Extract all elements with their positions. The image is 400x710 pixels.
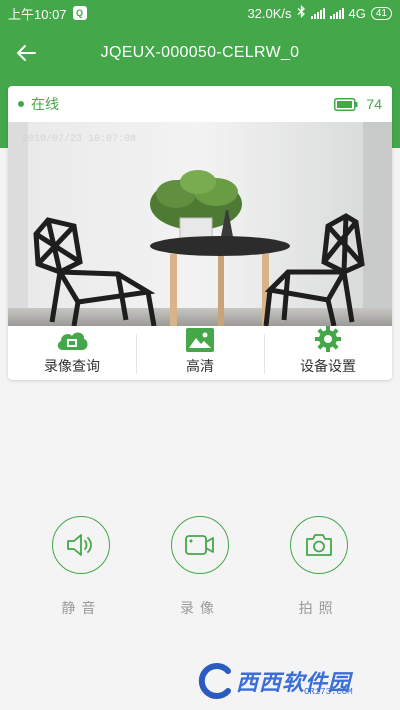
signal-icon-2	[329, 7, 344, 19]
hd-button[interactable]: 高清	[136, 326, 264, 380]
online-status: 在线	[31, 96, 59, 112]
watermark-logo: 西西软件园 CR173.COM	[196, 660, 386, 702]
record-query-button[interactable]: 录像查询	[8, 326, 136, 380]
status-battery: 41	[370, 6, 392, 20]
mute-label: 静音	[61, 600, 102, 616]
record-query-label: 录像查询	[44, 358, 100, 374]
device-status-row: 在线 74	[8, 86, 392, 122]
device-settings-button[interactable]: 设备设置	[264, 326, 392, 380]
device-settings-label: 设备设置	[300, 358, 356, 374]
speaker-icon	[67, 534, 93, 556]
battery-level: 74	[366, 96, 382, 112]
video-timestamp: 2019/07/23 10:07:08	[22, 134, 137, 145]
video-frame	[8, 122, 392, 326]
gear-icon	[315, 326, 341, 352]
nav-bar: JQEUX-000050-CELRW_0	[0, 26, 400, 80]
snapshot-button[interactable]: 拍照	[274, 516, 364, 618]
mute-button[interactable]: 静音	[36, 516, 126, 618]
device-card: 在线 74 2019/07/23 10:07:08 录像查询 高清 设备设置	[8, 86, 392, 380]
net-speed: 32.0K/s	[247, 5, 292, 21]
bluetooth-icon	[297, 4, 306, 21]
snapshot-circle	[289, 516, 348, 574]
camera-icon	[305, 534, 332, 556]
watermark-sub: CR173.COM	[304, 687, 353, 697]
record-button[interactable]: 录像	[155, 516, 245, 618]
battery-icon	[334, 97, 358, 111]
network-type: 4G	[348, 5, 366, 21]
live-video[interactable]: 2019/07/23 10:07:08	[8, 122, 392, 326]
film-cloud-icon	[57, 332, 88, 350]
status-time: 上午10:07	[8, 6, 67, 22]
record-circle	[170, 516, 229, 574]
image-icon	[186, 328, 214, 352]
page-title: JQEUX-000050-CELRW_0	[100, 44, 300, 61]
online-dot-icon	[18, 101, 24, 107]
device-battery: 74	[334, 96, 382, 112]
video-camera-icon	[185, 535, 214, 555]
record-label: 录像	[179, 600, 220, 616]
app-notification-icon: Q	[72, 6, 87, 20]
snapshot-label: 拍照	[298, 600, 339, 616]
back-arrow-icon	[17, 45, 36, 61]
hd-label: 高清	[186, 358, 214, 374]
control-row: 静音 录像 拍照	[0, 516, 400, 618]
watermark-c-icon	[198, 663, 231, 699]
status-bar: 上午10:07 Q 32.0K/s 4G 41	[0, 0, 400, 26]
back-button[interactable]	[0, 26, 52, 80]
action-bar: 录像查询 高清 设备设置	[8, 326, 392, 380]
signal-icon	[310, 7, 325, 19]
mute-circle	[52, 516, 111, 574]
